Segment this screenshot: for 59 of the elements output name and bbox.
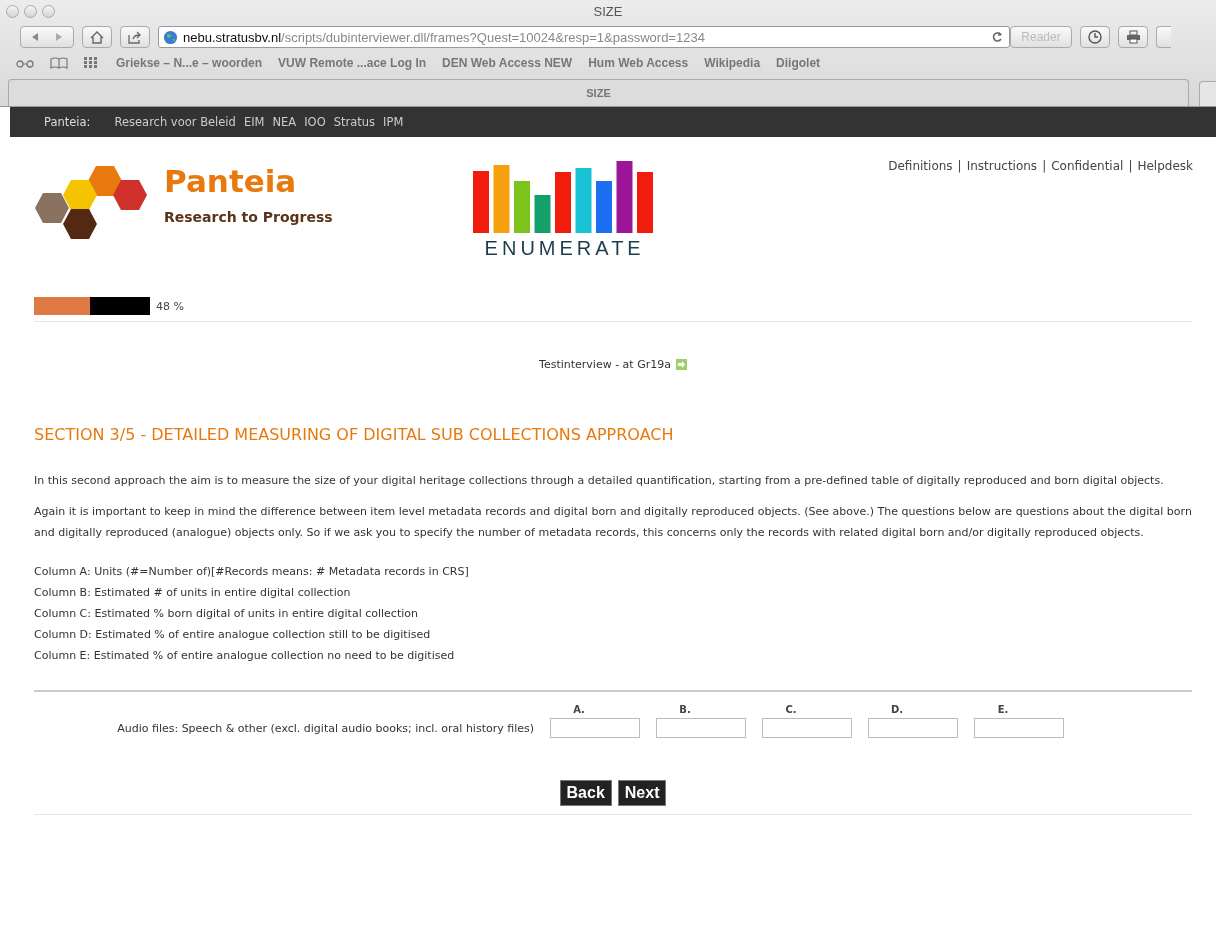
nav-button[interactable]: Next [617, 780, 667, 806]
header-link[interactable]: Instructions [966, 159, 1038, 173]
glasses-icon[interactable] [16, 58, 34, 68]
brand-tagline: Research to Progress [164, 209, 333, 225]
nav-button[interactable]: Back [559, 780, 612, 806]
column-note: Column D: Estimated % of entire analogue collection still to be digitised [34, 627, 432, 643]
forward-icon[interactable] [55, 32, 63, 42]
window-title: SIZE [592, 3, 624, 19]
partner-name: ENUMERATE [484, 237, 645, 260]
section-title: SECTION 3/5 - DETAILED MEASURING OF DIGITAL SUB COLLECTIONS APPROACH [34, 425, 675, 444]
column-note: Column C: Estimated % born digital of units in entire digital collection [34, 606, 419, 622]
answer-field[interactable] [656, 718, 746, 738]
zoom-icon[interactable] [42, 4, 55, 18]
row-label: Audio files: Speech & other (excl. digital audio books; incl. oral history files) [116, 721, 534, 735]
nav-link[interactable]: IOO [304, 115, 326, 129]
print-icon[interactable] [1118, 26, 1148, 48]
header-link[interactable]: Confidential [1051, 159, 1124, 173]
column-header: B. [678, 703, 692, 715]
nav-label: Panteia: [44, 115, 91, 129]
answer-field[interactable] [762, 718, 852, 738]
close-icon[interactable] [6, 4, 19, 18]
brand-name: Panteia [164, 162, 298, 201]
nav-link[interactable]: NEA [272, 115, 297, 129]
link-separator: | [1042, 159, 1047, 173]
intro-paragraph: Again it is important to keep in mind the difference between item level metadata records and digital born and digitally reproduced objects. (See above.) The questions below are questions about the digital born and digitally reproduced (analogue) objects only. So if we ask you to specify the number of metadata records, this concerns only the records with related digital born and/or digitally reproduced objects. [34, 504, 1192, 541]
new-tab-button[interactable] [1199, 81, 1216, 106]
header-link[interactable]: Helpdesk [1137, 159, 1193, 173]
interview-label: Testinterview - at Gr19a [539, 358, 671, 371]
arrow-icon[interactable] [675, 359, 687, 370]
header-link[interactable]: Definitions [888, 159, 953, 173]
reload-icon[interactable] [992, 31, 1003, 43]
progress-reading: 48 % [156, 299, 184, 313]
globe-icon [163, 29, 178, 45]
answer-field[interactable] [550, 718, 640, 738]
answer-field[interactable] [868, 718, 958, 738]
column-note: Column A: Units (#=Number of)[#Records means: # Metadata records in CRS] [34, 564, 470, 580]
minimize-icon[interactable] [24, 4, 37, 18]
nav-link[interactable]: EIM [243, 115, 265, 129]
address-field[interactable]: nebu.stratusbv.nl/scripts/dubinterviewer.dll/frames?Quest=10024&resp=1&password=1234 [158, 26, 1010, 48]
nav-link[interactable]: IPM [383, 115, 404, 129]
nav-link[interactable]: Stratus [333, 115, 376, 129]
column-header: C. [784, 703, 798, 715]
column-note: Column E: Estimated % of entire analogue collection no need to be digitised [34, 648, 456, 664]
home-icon[interactable] [82, 26, 112, 48]
column-note: Column B: Estimated # of units in entire digital collection [34, 585, 352, 601]
share-icon[interactable] [120, 26, 150, 48]
intro-paragraph: In this second approach the aim is to measure the size of your digital heritage collections through a detailed quantification, starting from a pre-defined table of digitally reproduced and born digital objects. [34, 473, 1165, 489]
clock-icon[interactable] [1080, 26, 1110, 48]
column-header: D. [889, 703, 905, 715]
answer-field[interactable] [974, 718, 1064, 738]
nav-link[interactable]: Research voor Beleid [114, 115, 236, 129]
column-header: A. [572, 703, 586, 715]
toolbar-button[interactable] [1156, 26, 1171, 48]
grid-icon[interactable] [84, 57, 98, 69]
link-separator: | [957, 159, 962, 173]
book-icon[interactable] [50, 57, 68, 69]
back-icon[interactable] [31, 32, 39, 42]
column-header: E. [996, 703, 1010, 715]
link-separator: | [1128, 159, 1133, 173]
